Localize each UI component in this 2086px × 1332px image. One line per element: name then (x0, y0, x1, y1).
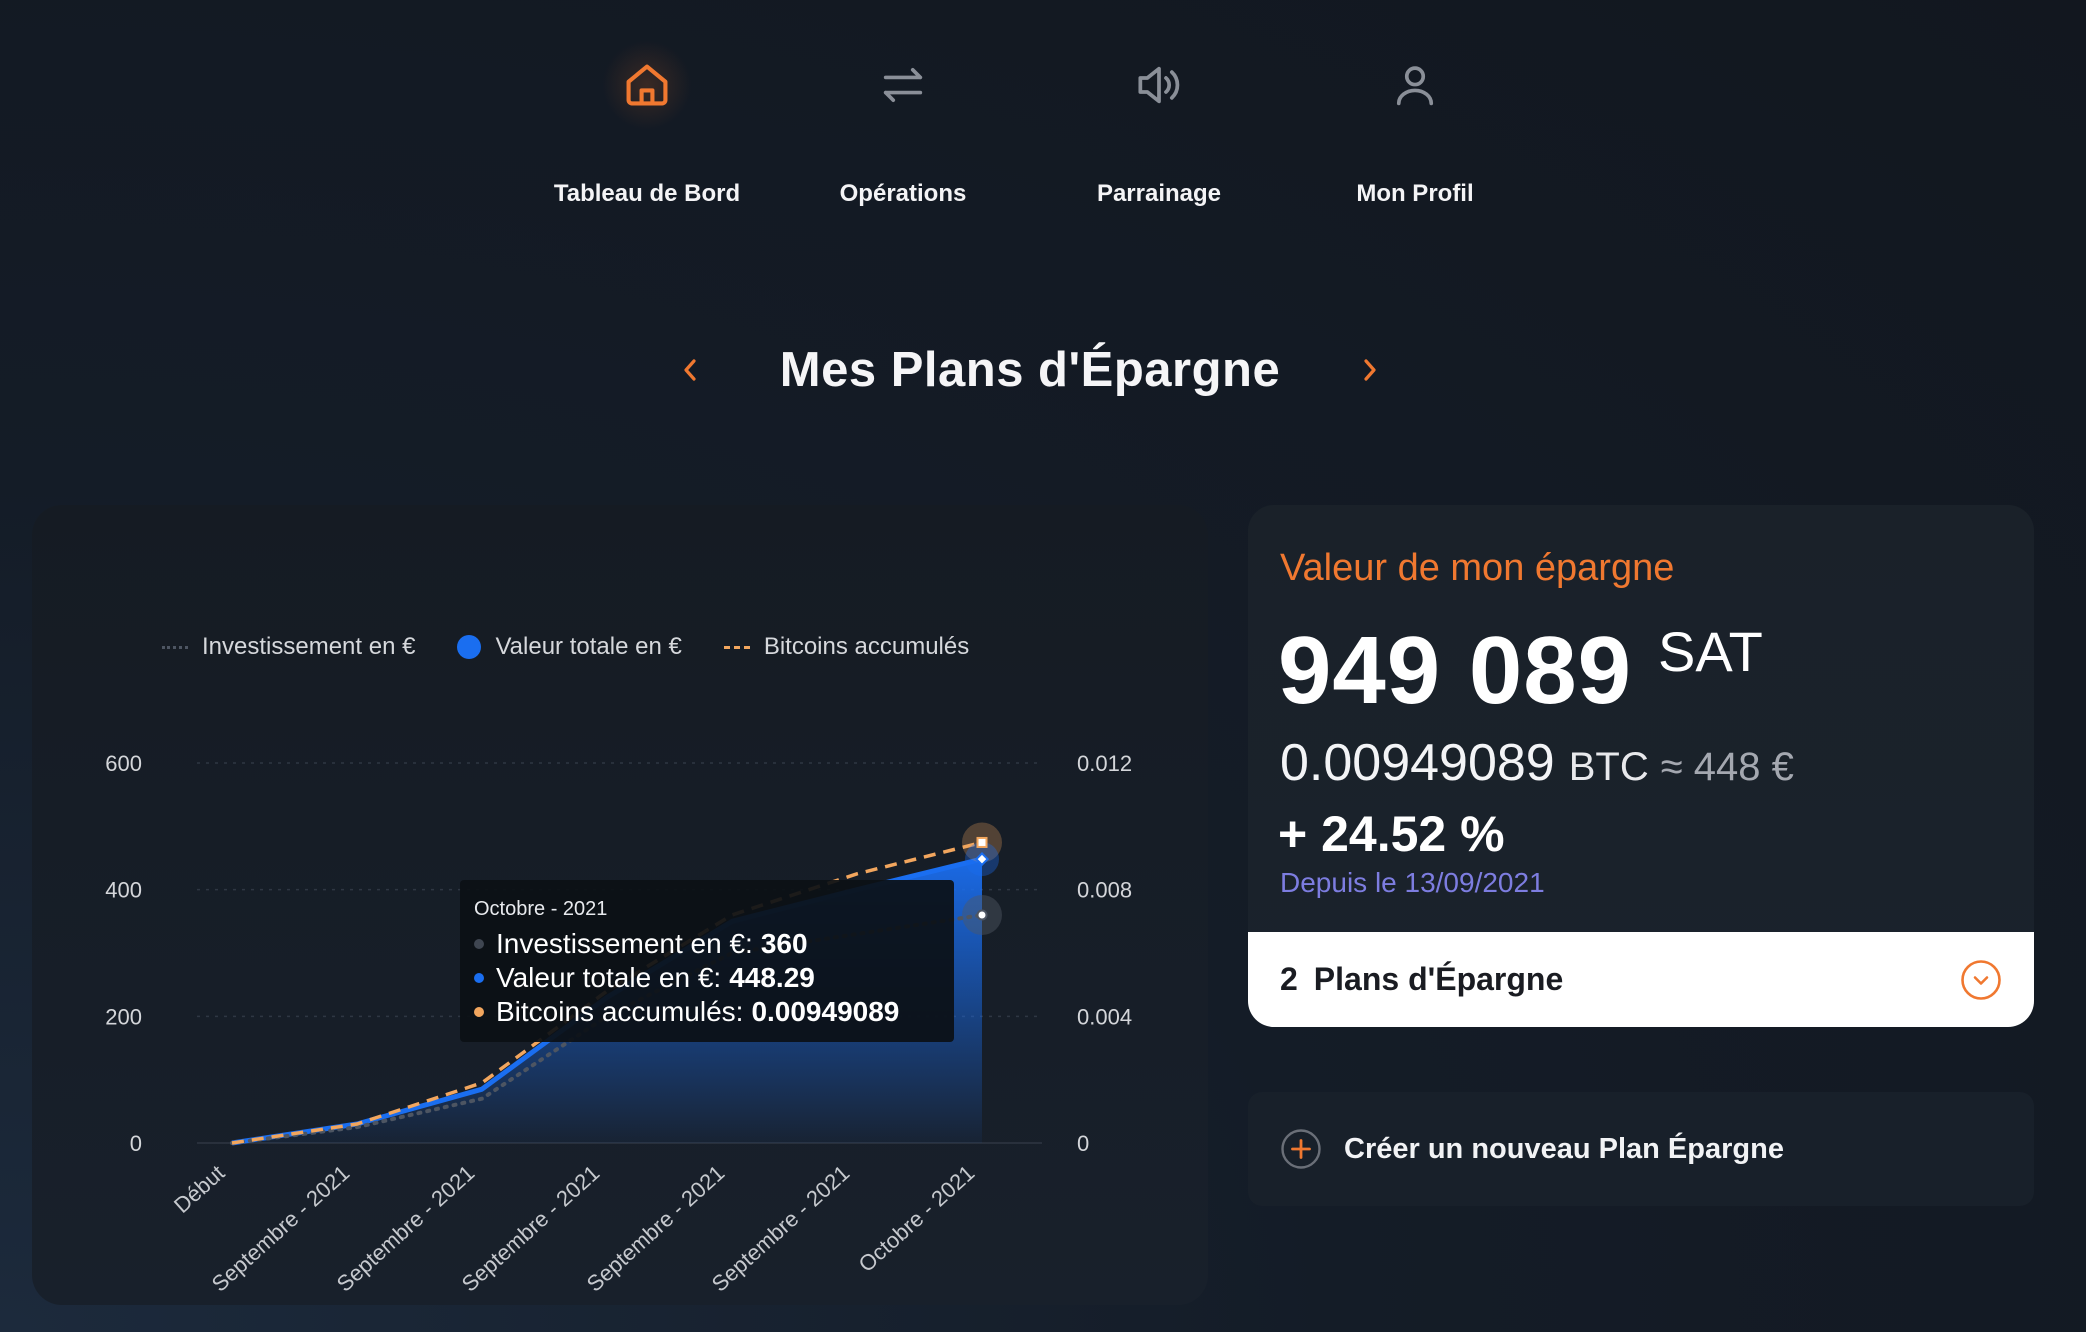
nav-label: Tableau de Bord (553, 180, 741, 207)
x-tick-label: Début (169, 1160, 229, 1218)
nav-label: Mon Profil (1356, 180, 1474, 207)
nav-item-mon-profil[interactable]: Mon Profil (1285, 40, 1545, 220)
y-left-tick-label: 0 (130, 1131, 142, 1156)
user-icon (1370, 40, 1460, 130)
btc-unit: BTC (1568, 745, 1649, 789)
tooltip-label: Bitcoins accumulés: (496, 996, 744, 1027)
chevron-down-circle-icon (1961, 959, 2001, 1000)
tooltip-value: 448.29 (729, 962, 815, 993)
tooltip-dot (474, 973, 484, 983)
x-tick-label: Septembre - 2021 (332, 1160, 480, 1296)
y-left-tick-label: 200 (105, 1004, 142, 1029)
tooltip-row-bitcoins: Bitcoins accumulés: 0.00949089 (474, 995, 940, 1029)
x-tick-label: Septembre - 2021 (582, 1160, 730, 1296)
plans-label: Plans d'Épargne (1313, 961, 1564, 997)
since-date: Depuis le 13/09/2021 (1280, 867, 1545, 898)
create-plan-label: Créer un nouveau Plan Épargne (1344, 1132, 1784, 1165)
investissement-point-marker (976, 909, 988, 921)
btc-value: 0.00949089 (1280, 734, 1555, 792)
y-right-tick-label: 0.004 (1077, 1004, 1132, 1029)
nav-label: Opérations (839, 180, 967, 207)
create-plan-button[interactable]: Créer un nouveau Plan Épargne (1248, 1092, 2034, 1206)
app-root: Tableau de Bord Opérations Parrainage Mo… (0, 0, 2086, 1332)
x-tick-label: Septembre - 2021 (457, 1160, 605, 1296)
chevron-left-icon (684, 359, 696, 381)
chevron-right-icon (1364, 359, 1376, 381)
tooltip-title: Octobre - 2021 (474, 898, 608, 920)
tooltip-dot (474, 1007, 484, 1017)
home-icon (602, 40, 692, 130)
nav-item-operations[interactable]: Opérations (773, 40, 1033, 220)
plans-dropdown[interactable]: 2 Plans d'Épargne (1248, 932, 2034, 1027)
nav-item-tableau-de-bord[interactable]: Tableau de Bord (517, 40, 777, 220)
chart-tooltip: Octobre - 2021 Investissement en €: 360 … (460, 880, 954, 1042)
plus-circle-icon (1281, 1129, 1321, 1169)
bitcoins-point-marker (976, 836, 988, 848)
nav-label: Parrainage (1096, 180, 1222, 207)
tooltip-value: 0.00949089 (751, 996, 900, 1027)
sat-unit: SAT (1658, 620, 1763, 683)
x-tick-label: Septembre - 2021 (207, 1160, 355, 1296)
btc-amount: 0.00949089 BTC ≈ 448 € (1280, 733, 1794, 793)
next-plan-button[interactable] (1340, 340, 1400, 400)
y-right-tick-label: 0.012 (1077, 751, 1132, 776)
y-left-tick-label: 600 (105, 751, 142, 776)
savings-value-card: Valeur de mon épargne 949 089 SAT 0.0094… (1248, 505, 2034, 1027)
plans-count: 2 (1280, 961, 1298, 997)
page-title: Mes Plans d'Épargne (779, 343, 1281, 397)
tooltip-row-valeur: Valeur totale en €: 448.29 (474, 961, 940, 995)
nav-item-parrainage[interactable]: Parrainage (1029, 40, 1289, 220)
top-nav: Tableau de Bord Opérations Parrainage Mo… (0, 0, 2086, 240)
tooltip-label: Investissement en €: (496, 928, 753, 959)
tooltip-value: 360 (760, 928, 808, 959)
y-right-tick-label: 0 (1077, 1131, 1089, 1156)
tooltip-row-investissement: Investissement en €: 360 (474, 927, 940, 961)
eur-approx: ≈ 448 € (1660, 745, 1794, 789)
y-right-tick-label: 0.008 (1077, 878, 1132, 903)
savings-chart-card: Investissement en € Valeur totale en € B… (32, 505, 1208, 1305)
y-left-tick-label: 400 (105, 878, 142, 903)
tooltip-label: Valeur totale en €: (496, 962, 722, 993)
sat-amount: 949 089 SAT (1278, 617, 1763, 724)
tooltip-dot (474, 939, 484, 949)
swap-arrows-icon (858, 40, 948, 130)
sat-value: 949 089 (1278, 617, 1633, 724)
performance-percent: + 24.52 % (1278, 806, 1505, 862)
savings-heading: Valeur de mon épargne (1280, 547, 1675, 589)
x-tick-label: Septembre - 2021 (707, 1160, 855, 1296)
x-tick-label: Octobre - 2021 (854, 1160, 980, 1277)
previous-plan-button[interactable] (660, 340, 720, 400)
plans-title-row: Mes Plans d'Épargne (660, 330, 1400, 410)
speaker-icon (1114, 40, 1204, 130)
